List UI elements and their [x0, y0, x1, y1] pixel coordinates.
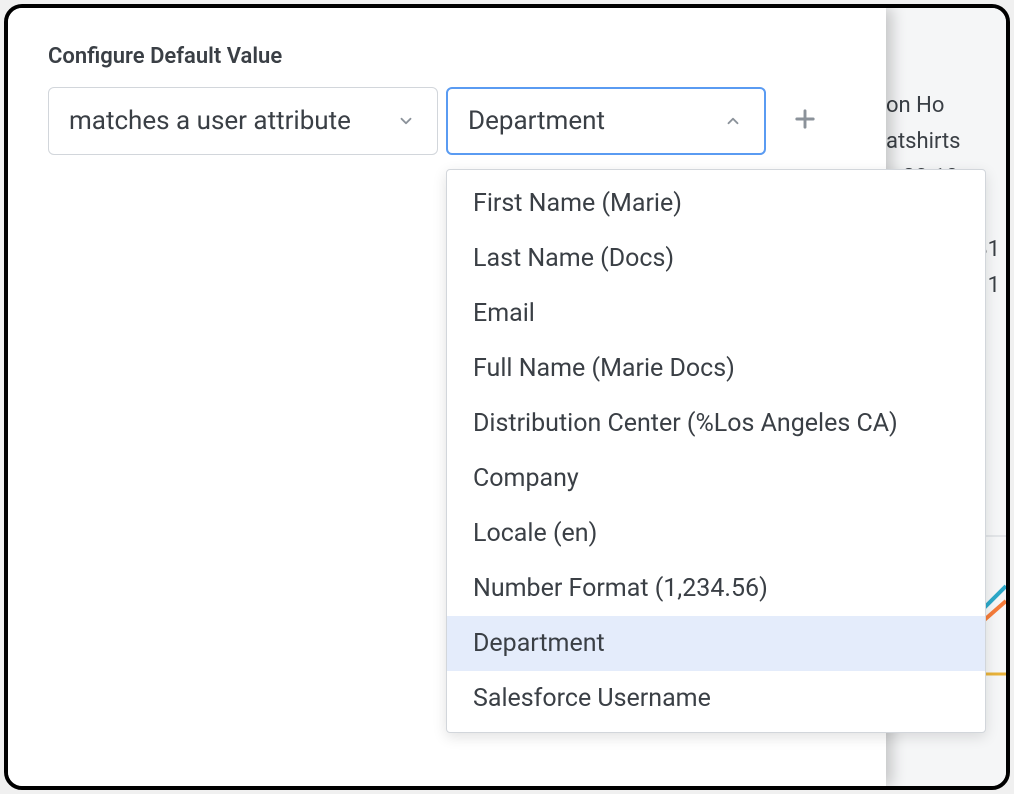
dropdown-item-locale[interactable]: Locale (en) — [447, 506, 985, 561]
attribute-select[interactable]: Department First Name (Marie) Last Name … — [446, 87, 766, 155]
controls-row: matches a user attribute Department Firs… — [48, 87, 846, 155]
section-title: Configure Default Value — [48, 44, 846, 69]
dropdown-item-last-name[interactable]: Last Name (Docs) — [447, 231, 985, 286]
dropdown-item-full-name[interactable]: Full Name (Marie Docs) — [447, 341, 985, 396]
condition-select-value: matches a user attribute — [69, 106, 351, 136]
dropdown-item-company[interactable]: Company — [447, 451, 985, 506]
attribute-select-value: Department — [468, 106, 605, 136]
dropdown-item-number-format[interactable]: Number Format (1,234.56) — [447, 561, 985, 616]
dropdown-item-distribution-center[interactable]: Distribution Center (%Los Angeles CA) — [447, 396, 985, 451]
configure-modal: Configure Default Value matches a user a… — [8, 8, 886, 786]
add-button[interactable] — [780, 96, 830, 146]
dropdown-item-department[interactable]: Department — [447, 616, 985, 671]
bg-text-line: on Ho — [886, 88, 1006, 124]
app-window: on Ho atshirts s 20.18 ees .81 s 1 Confi… — [4, 4, 1010, 790]
chevron-down-icon — [395, 110, 417, 132]
chevron-up-icon — [722, 110, 744, 132]
attribute-dropdown: First Name (Marie) Last Name (Docs) Emai… — [446, 169, 986, 733]
bg-text-line: atshirts — [886, 124, 1006, 160]
dropdown-item-salesforce-username[interactable]: Salesforce Username — [447, 671, 985, 726]
condition-select[interactable]: matches a user attribute — [48, 87, 438, 155]
dropdown-item-first-name[interactable]: First Name (Marie) — [447, 176, 985, 231]
plus-icon — [791, 105, 819, 137]
dropdown-item-email[interactable]: Email — [447, 286, 985, 341]
